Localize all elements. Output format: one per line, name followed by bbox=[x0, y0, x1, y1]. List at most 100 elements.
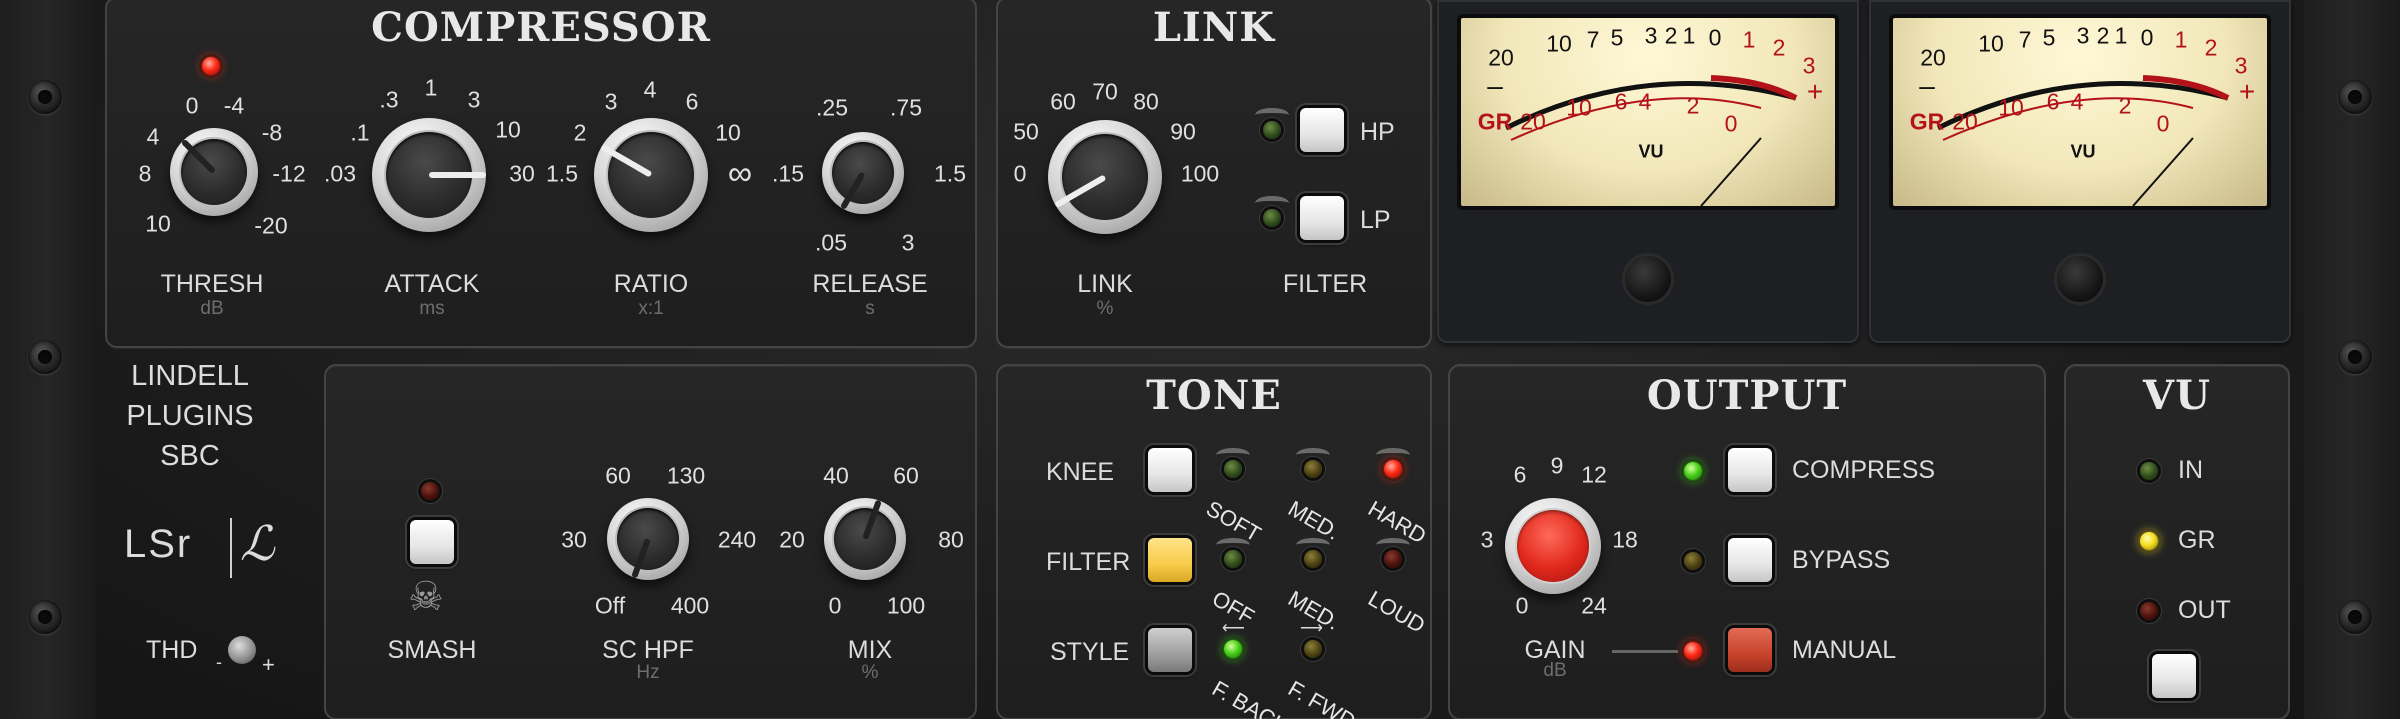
gain-tick: 6 bbox=[1513, 461, 1527, 488]
link-tick: 100 bbox=[1180, 160, 1220, 187]
lp-label: LP bbox=[1360, 206, 1391, 234]
scale-label: 2 bbox=[2204, 34, 2218, 61]
mix-tick: 60 bbox=[893, 462, 919, 489]
attack-knob[interactable] bbox=[372, 118, 486, 232]
knee-button[interactable] bbox=[1148, 448, 1192, 492]
brand-line-1: LINDELL bbox=[131, 360, 249, 392]
vu-gr-label: GR bbox=[2178, 526, 2216, 554]
ratio-tick: 10 bbox=[715, 119, 741, 146]
link-knob[interactable] bbox=[1048, 120, 1162, 234]
attack-tick: 10 bbox=[495, 116, 521, 143]
arrow-right-icon: ⟶ bbox=[1300, 620, 1323, 637]
thresh-tick: -8 bbox=[261, 119, 283, 146]
scale-label: 20 bbox=[1488, 44, 1514, 71]
scale-label: 1 bbox=[1742, 26, 1756, 53]
thd-minus: - bbox=[216, 652, 222, 672]
knee-label: KNEE bbox=[1046, 458, 1115, 486]
mix-tick: 100 bbox=[886, 592, 926, 619]
gr-label: GR bbox=[1477, 108, 1513, 135]
gain-tick: 18 bbox=[1612, 526, 1638, 553]
tone-filter-button[interactable] bbox=[1148, 538, 1192, 582]
attack-unit: ms bbox=[419, 298, 445, 319]
output-gain-knob[interactable] bbox=[1505, 498, 1601, 594]
filter-label: FILTER bbox=[1282, 270, 1368, 298]
style-button[interactable] bbox=[1148, 628, 1192, 672]
threshold-led bbox=[202, 57, 220, 75]
mix-tick: 80 bbox=[938, 526, 964, 553]
scale-label: 0 bbox=[1708, 24, 1722, 51]
brand-line-2: PLUGINS bbox=[126, 400, 254, 432]
release-tick: 3 bbox=[901, 229, 915, 256]
bypass-button[interactable] bbox=[1728, 538, 1772, 582]
knee-soft-led bbox=[1224, 460, 1242, 478]
tone-title: TONE bbox=[1146, 372, 1282, 419]
plus-label: + bbox=[1806, 76, 1824, 107]
vu-out-label: OUT bbox=[2178, 596, 2231, 624]
vu-mode-button[interactable] bbox=[2152, 654, 2196, 698]
mix-knob[interactable] bbox=[824, 498, 906, 580]
scale-label: 2 bbox=[1772, 34, 1786, 61]
gr-scale-label: 4 bbox=[2070, 88, 2084, 115]
filter-off-led bbox=[1224, 550, 1242, 568]
mix-label: MIX bbox=[847, 636, 893, 664]
plugin-rack: COMPRESSOR 0 -4 -8 -12 -20 10 8 4 THRESH… bbox=[0, 0, 2400, 719]
thresh-tick: -12 bbox=[272, 160, 306, 187]
knee-hard-led bbox=[1384, 460, 1402, 478]
smash-led bbox=[421, 482, 439, 500]
plus-label: + bbox=[2238, 76, 2256, 107]
ratio-knob[interactable] bbox=[594, 118, 708, 232]
minus-label: – bbox=[1919, 70, 1935, 101]
link-tick: 0 bbox=[1013, 160, 1027, 187]
ratio-tick: 6 bbox=[685, 88, 699, 115]
gr-scale-label: 0 bbox=[1724, 110, 1738, 137]
vu-out-led bbox=[2140, 602, 2158, 620]
schpf-tick: 130 bbox=[666, 462, 706, 489]
vu-label: VU bbox=[2070, 141, 2096, 162]
scale-label: 1 bbox=[2114, 22, 2128, 49]
meter-reset-button[interactable] bbox=[2057, 256, 2103, 302]
vu-gr-led bbox=[2140, 532, 2158, 550]
release-tick: .15 bbox=[772, 160, 804, 187]
sc-hpf-knob[interactable] bbox=[607, 498, 689, 580]
brand-logo-lsr: LSr bbox=[124, 522, 193, 566]
thd-trim-knob[interactable] bbox=[228, 636, 256, 664]
sc-hpf-unit: Hz bbox=[636, 662, 660, 683]
release-tick: .25 bbox=[816, 94, 848, 121]
link-tick: 50 bbox=[1013, 118, 1039, 145]
scale-label: 20 bbox=[1920, 44, 1946, 71]
threshold-knob[interactable] bbox=[170, 128, 258, 216]
scale-label: 2 bbox=[1664, 22, 1678, 49]
lp-led bbox=[1263, 209, 1281, 227]
meter-reset-button[interactable] bbox=[1625, 256, 1671, 302]
thresh-tick: 4 bbox=[146, 123, 160, 150]
scale-label: 10 bbox=[1978, 30, 2004, 57]
gain-tick: 24 bbox=[1581, 592, 1607, 619]
sc-hpf-label: SC HPF bbox=[602, 636, 694, 664]
attack-tick: 3 bbox=[467, 86, 481, 113]
knee-med-led bbox=[1304, 460, 1322, 478]
output-title: OUTPUT bbox=[1646, 372, 1848, 419]
release-knob[interactable] bbox=[822, 132, 904, 214]
manual-button[interactable] bbox=[1728, 628, 1772, 672]
gr-scale-label: 2 bbox=[1686, 92, 1700, 119]
bypass-label: BYPASS bbox=[1792, 546, 1891, 574]
ratio-tick: 2 bbox=[573, 119, 587, 146]
scale-label: 3 bbox=[2076, 22, 2090, 49]
compress-button[interactable] bbox=[1728, 448, 1772, 492]
thd-label: THD bbox=[146, 636, 198, 664]
logo-divider bbox=[230, 518, 232, 578]
thresh-label: THRESH bbox=[160, 270, 264, 298]
attack-tick: .1 bbox=[350, 119, 370, 146]
arrow-left-icon: ⟵ bbox=[1222, 620, 1245, 637]
hp-led bbox=[1263, 121, 1281, 139]
gr-scale-label: 4 bbox=[1638, 88, 1652, 115]
release-unit: s bbox=[865, 298, 875, 319]
filter-med-led bbox=[1304, 550, 1322, 568]
lp-filter-button[interactable] bbox=[1300, 196, 1344, 240]
screw-icon bbox=[28, 80, 62, 114]
smash-button[interactable] bbox=[410, 520, 454, 564]
thresh-tick: 10 bbox=[145, 210, 171, 237]
release-tick: .05 bbox=[815, 229, 847, 256]
hp-filter-button[interactable] bbox=[1300, 108, 1344, 152]
schpf-tick: 30 bbox=[561, 526, 587, 553]
